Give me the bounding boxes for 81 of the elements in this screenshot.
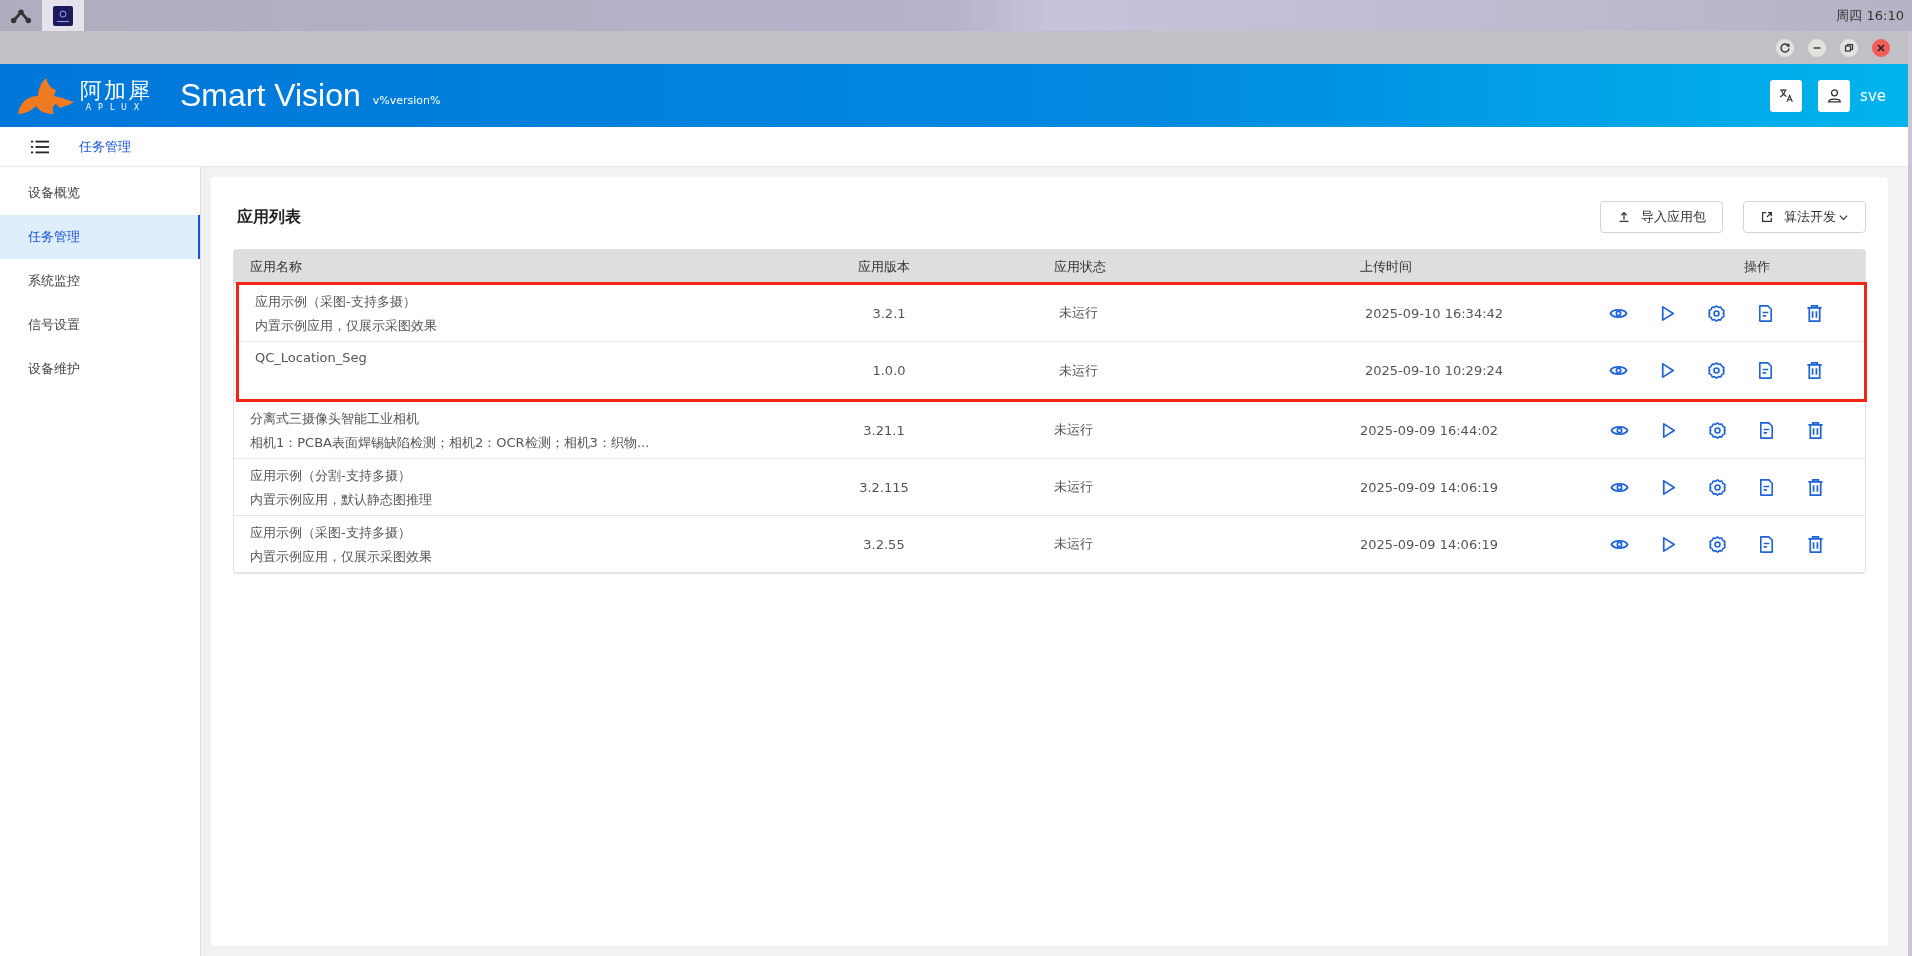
settings-icon[interactable] — [1707, 361, 1726, 380]
close-button[interactable] — [1872, 38, 1890, 57]
settings-icon[interactable] — [1708, 534, 1727, 554]
table-cell-text: 3.2.115 — [858, 479, 910, 495]
table-cell-text: 未运行 — [1053, 535, 1094, 553]
table-row[interactable]: QC_Location_Seg 1.0.0 未运行 2025-09-10 10:29:24 — [239, 342, 1864, 399]
sidebar-item[interactable]: 任务管理 — [0, 215, 200, 259]
table-cell-text: 2025-09-10 10:29:24 — [1364, 363, 1505, 378]
table-cell-text: 2025-09-10 16:34:42 — [1364, 305, 1505, 321]
column-header: 应用状态 — [1053, 257, 1107, 276]
user-button[interactable] — [1818, 79, 1851, 112]
app-description: 相机1：PCBA表面焊锡缺陷检测；相机2：OCR检测；相机3：织物... — [250, 434, 651, 452]
settings-icon[interactable] — [1708, 420, 1727, 440]
app-icon — [53, 5, 73, 26]
table-cell-text: 未运行 — [1053, 478, 1094, 496]
app-name: 分离式三摄像头智能工业相机 — [250, 410, 420, 428]
table-cell-text: 未运行 — [1058, 361, 1099, 380]
version-label: v%version% — [372, 94, 441, 107]
app-name: 应用示例（分割-支持多摄） — [250, 467, 412, 485]
language-button[interactable] — [1770, 79, 1803, 112]
document-icon[interactable] — [1756, 361, 1775, 380]
logo-subtitle: APLUX — [85, 102, 147, 113]
sidebar-item[interactable]: 信号设置 — [0, 303, 200, 347]
sidebar-item[interactable]: 系统监控 — [0, 259, 200, 303]
restore-button[interactable] — [1840, 38, 1858, 57]
sidebar-item[interactable]: 设备概览 — [0, 171, 200, 215]
app-description: 内置示例应用，仅展示采图效果 — [255, 317, 438, 335]
breadcrumb-link[interactable]: 任务管理 — [79, 137, 131, 156]
table-cell-text: 未运行 — [1058, 304, 1099, 322]
document-icon[interactable] — [1757, 477, 1776, 497]
document-icon[interactable] — [1757, 420, 1776, 440]
settings-icon[interactable] — [1708, 477, 1727, 497]
column-header: 操作 — [1742, 257, 1771, 276]
app-title: Smart Vision — [180, 77, 361, 114]
import-button[interactable]: 导入应用包 — [1600, 201, 1723, 233]
document-icon[interactable] — [1756, 303, 1775, 323]
translate-icon — [1777, 87, 1795, 104]
table-cell-text: 2025-09-09 14:06:19 — [1359, 479, 1500, 495]
table-cell-text: 3.2.1 — [871, 305, 907, 321]
column-header: 应用版本 — [857, 257, 911, 276]
column-header: 上传时间 — [1359, 257, 1413, 276]
delete-icon[interactable] — [1805, 361, 1824, 380]
column-header: 应用名称 — [249, 257, 303, 276]
panel-title: 应用列表 — [237, 206, 301, 228]
app-description: 内置示例应用，默认静态图推理 — [250, 491, 433, 509]
settings-icon[interactable] — [1707, 303, 1726, 323]
sidebar-item[interactable]: 设备维护 — [0, 347, 200, 391]
delete-icon[interactable] — [1806, 477, 1825, 497]
close-icon — [1875, 41, 1887, 54]
launcher-icon[interactable] — [10, 7, 32, 24]
delete-icon[interactable] — [1806, 420, 1825, 440]
user-name: sve — [1860, 86, 1886, 105]
table-row[interactable]: 应用示例（采图-支持多摄） 内置示例应用，仅展示采图效果 3.2.55 未运行 2025-09-09 14:06:19 — [234, 516, 1865, 573]
refresh-icon — [1779, 41, 1791, 54]
delete-icon[interactable] — [1806, 534, 1825, 554]
app-name: QC_Location_Seg — [255, 350, 368, 365]
table-cell-text: 3.2.55 — [862, 536, 906, 552]
app-name: 应用示例（采图-支持多摄） — [255, 293, 417, 311]
table-row[interactable]: 应用示例（分割-支持多摄） 内置示例应用，默认静态图推理 3.2.115 未运行 2025-09-09 14:06:19 — [234, 459, 1865, 516]
table-cell-text: 未运行 — [1053, 421, 1094, 439]
table-cell-text: 2025-09-09 14:06:19 — [1359, 536, 1500, 552]
table-row[interactable]: 应用示例（采图-支持多摄） 内置示例应用，仅展示采图效果 3.2.1 未运行 2025-09-10 16:34:42 — [239, 285, 1864, 342]
user-icon — [1825, 87, 1843, 104]
minimize-button[interactable] — [1808, 38, 1826, 57]
refresh-button[interactable] — [1776, 38, 1794, 57]
external-link-icon — [1760, 210, 1774, 224]
app-name: 应用示例（采图-支持多摄） — [250, 524, 412, 542]
table-cell-text: 2025-09-09 16:44:02 — [1359, 422, 1500, 438]
restore-icon — [1843, 41, 1855, 54]
table-cell-text: 1.0.0 — [871, 363, 907, 378]
upload-icon — [1617, 210, 1631, 224]
delete-icon[interactable] — [1805, 303, 1824, 323]
table-row[interactable]: 分离式三摄像头智能工业相机 相机1：PCBA表面焊锡缺陷检测；相机2：OCR检测；相机3：织物... 3.21.1 未运行 2025-09-09 16:44:02 — [234, 402, 1865, 459]
menu-icon[interactable] — [31, 139, 49, 154]
logo-name: 阿加犀 — [80, 78, 152, 103]
table-cell-text: 3.21.1 — [862, 422, 906, 438]
app-tab[interactable] — [42, 0, 84, 31]
document-icon[interactable] — [1757, 534, 1776, 554]
dropdown-button[interactable]: 算法开发 — [1743, 201, 1866, 233]
clock: 周四 16:10 — [1836, 6, 1904, 25]
app-description: 内置示例应用，仅展示采图效果 — [250, 548, 433, 566]
